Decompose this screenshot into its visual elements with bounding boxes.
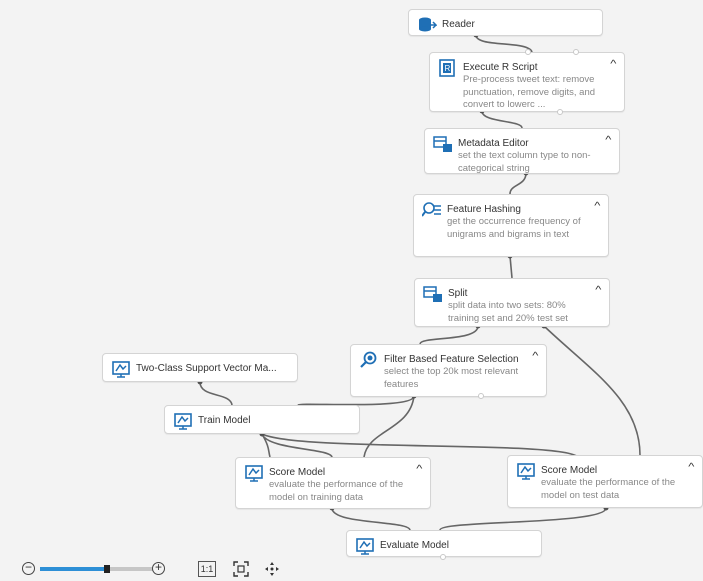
zoom-control: − + <box>14 561 294 577</box>
output-port[interactable] <box>440 554 446 560</box>
module-two-class-svm[interactable]: Two-Class Support Vector Ma... <box>102 353 298 382</box>
module-title: Two-Class Support Vector Ma... <box>136 363 277 374</box>
wire-train-to-score-test <box>261 433 579 458</box>
collapse-chevron-icon[interactable]: ^ <box>533 351 539 362</box>
module-title: Score Model <box>269 467 326 478</box>
collapse-chevron-icon[interactable]: ^ <box>689 462 695 473</box>
module-description: evaluate the performance of the model on… <box>541 477 676 501</box>
wire-train-to-score-train-2 <box>261 433 271 458</box>
feature-hashing-icon <box>422 202 441 217</box>
svg-text:R: R <box>445 64 451 73</box>
module-reader[interactable]: Reader <box>408 9 603 36</box>
zoom-in-button[interactable]: + <box>152 561 165 575</box>
module-description: Pre-process tweet text: remove punctuati… <box>463 74 596 110</box>
wire-hashing-to-split <box>509 255 513 279</box>
train-model-icon <box>174 413 192 430</box>
module-evaluate-model[interactable]: Evaluate Model <box>346 530 542 560</box>
database-reader-icon <box>419 17 437 32</box>
wire-filter-to-train <box>297 395 415 406</box>
module-title: Feature Hashing <box>447 204 521 215</box>
wire-score-train-to-eval <box>331 507 411 531</box>
zoom-slider-fill <box>40 567 107 571</box>
feature-selection-icon <box>360 351 377 368</box>
output-port[interactable] <box>478 393 484 399</box>
wire-train-to-score-train <box>261 433 333 458</box>
module-title: Reader <box>442 19 475 30</box>
wire-filter-to-score-train <box>363 395 415 458</box>
collapse-chevron-icon[interactable]: ^ <box>606 135 612 146</box>
wire-score-test-to-eval <box>439 507 607 531</box>
module-title: Execute R Script <box>463 62 538 73</box>
module-title: Filter Based Feature Selection <box>384 354 519 365</box>
module-train-model[interactable]: Train Model <box>164 405 360 434</box>
module-execute-r-script[interactable]: R Execute R Script ^ Pre-process tweet t… <box>429 49 625 115</box>
score-model-icon <box>245 465 263 482</box>
wire-split-to-filter <box>419 325 479 345</box>
module-title: Evaluate Model <box>380 540 449 551</box>
module-score-model-test[interactable]: Score Model ^ evaluate the performance o… <box>507 455 703 508</box>
module-description: set the text column type to non-categori… <box>458 150 591 174</box>
collapse-chevron-icon[interactable]: ^ <box>595 201 601 212</box>
module-description: select the top 20k most relevant feature… <box>384 366 519 390</box>
actual-size-button[interactable]: 1:1 <box>198 561 216 577</box>
input-port[interactable] <box>525 49 531 55</box>
input-port[interactable] <box>573 49 579 55</box>
module-metadata-editor[interactable]: Metadata Editor ^ set the text column ty… <box>424 128 620 174</box>
model-algorithm-icon <box>112 361 130 378</box>
zoom-out-button[interactable]: − <box>22 561 35 575</box>
r-script-icon: R <box>439 59 455 77</box>
module-title: Score Model <box>541 465 598 476</box>
module-filter-feature-selection[interactable]: Filter Based Feature Selection ^ select … <box>350 344 547 399</box>
module-score-model-training[interactable]: Score Model ^ evaluate the performance o… <box>235 457 431 509</box>
output-port[interactable] <box>557 109 563 115</box>
wire-rscript-to-metadata <box>481 110 523 129</box>
wire-split-to-score-test <box>543 325 641 456</box>
collapse-chevron-icon[interactable]: ^ <box>417 464 423 475</box>
fit-to-screen-icon[interactable] <box>233 561 249 577</box>
module-description: get the occurrence frequency of unigrams… <box>447 216 581 240</box>
collapse-chevron-icon[interactable]: ^ <box>596 285 602 296</box>
module-title: Train Model <box>198 415 251 426</box>
split-data-icon <box>423 286 442 302</box>
pan-icon[interactable] <box>264 561 280 577</box>
wire-metadata-to-hashing <box>509 172 527 195</box>
module-title: Metadata Editor <box>458 138 529 149</box>
module-title: Split <box>448 288 468 299</box>
evaluate-model-icon <box>356 538 374 555</box>
module-description: split data into two sets: 80% training s… <box>448 300 568 324</box>
wire-svm-to-train <box>199 381 233 406</box>
experiment-canvas[interactable]: Reader R Execute R Script ^ Pre-process … <box>0 0 703 581</box>
zoom-slider-thumb[interactable] <box>104 565 110 573</box>
wire-reader-to-rscript <box>475 34 533 53</box>
module-description: evaluate the performance of the model on… <box>269 479 404 503</box>
module-feature-hashing[interactable]: Feature Hashing ^ get the occurrence fre… <box>413 194 609 257</box>
collapse-chevron-icon[interactable]: ^ <box>611 59 617 70</box>
score-model-icon <box>517 463 535 480</box>
metadata-editor-icon <box>433 136 452 152</box>
module-split[interactable]: Split ^ split data into two sets: 80% tr… <box>414 278 610 327</box>
